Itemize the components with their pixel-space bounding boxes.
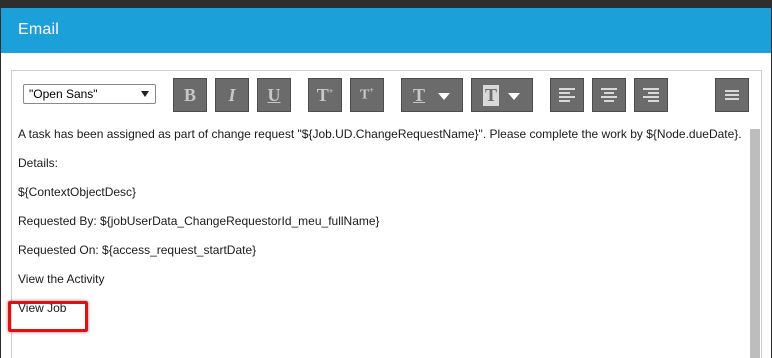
body-line-requested-on: Requested On: ${access_request_startDate… [18,243,257,257]
body-line-requested-by: Requested By: ${jobUserData_ChangeReques… [18,214,380,228]
more-options-button[interactable] [715,78,749,112]
rich-text-editor[interactable]: "Open Sans" B I U T+ T+ T T A task has b… [11,70,762,358]
dialog-titlebar: Email [1,8,771,53]
chevron-down-icon [438,93,450,100]
italic-icon: I [228,84,236,105]
font-family-select[interactable]: "Open Sans" [23,84,156,104]
superscript-button[interactable]: T+ [308,78,342,112]
align-center-icon [601,88,617,102]
dialog-title: Email [18,21,60,38]
align-left-icon [559,88,575,102]
chevron-down-icon [141,91,149,97]
align-center-button[interactable] [592,78,626,112]
text-color-icon: T [413,84,426,105]
editor-toolbar: "Open Sans" B I U T+ T+ T T [12,71,761,119]
body-line-details: Details: [18,156,59,170]
text-color-dropdown[interactable]: T [401,78,463,112]
font-family-value: "Open Sans" [29,87,98,101]
superscript-icon: T+ [316,84,334,105]
highlight-color-dropdown[interactable]: T [471,78,533,112]
bold-icon: B [183,84,196,105]
align-right-icon [643,88,659,102]
window-top-strip [0,0,772,8]
italic-button[interactable]: I [215,78,249,112]
highlight-color-icon: T [483,84,500,106]
view-job-highlight-box [8,301,88,332]
subscript-icon: T+ [360,86,374,103]
body-line-context: ${ContextObjectDesc} [18,185,137,199]
underline-icon: U [267,84,281,105]
body-line-task: A task has been assigned as part of chan… [18,127,742,141]
align-right-button[interactable] [634,78,668,112]
email-body-content[interactable]: A task has been assigned as part of chan… [18,127,748,316]
subscript-button[interactable]: T+ [350,78,384,112]
view-job-link[interactable]: View Job [18,301,748,316]
email-dialog: Email "Open Sans" B I U T+ T+ T T A task… [1,8,771,358]
editor-scrollbar[interactable] [750,129,760,358]
chevron-down-icon [508,93,520,100]
align-left-button[interactable] [550,78,584,112]
menu-icon [725,90,739,100]
dialog-body: "Open Sans" B I U T+ T+ T T A task has b… [1,53,771,358]
view-activity-link[interactable]: View the Activity [18,272,748,287]
underline-button[interactable]: U [257,78,291,112]
bold-button[interactable]: B [173,78,207,112]
